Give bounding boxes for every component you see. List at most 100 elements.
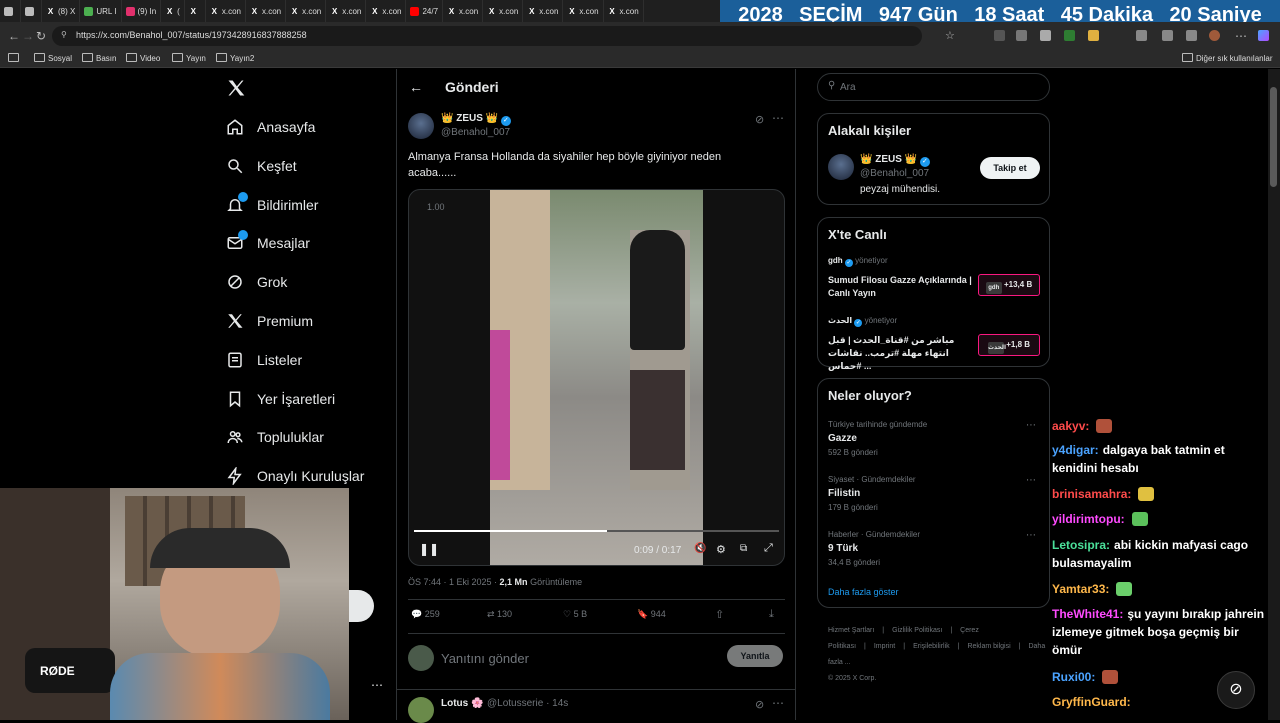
extension-icon[interactable] (994, 30, 1005, 41)
scrollbar[interactable] (1268, 69, 1280, 720)
favorites-icon[interactable] (1162, 30, 1173, 41)
site-info-icon[interactable]: ⚲ (61, 30, 69, 40)
footer-link[interactable]: Reklam bilgisi (967, 643, 1010, 650)
sidebar-item-x[interactable]: Premium (226, 306, 313, 336)
reply-input[interactable]: Yanıtını gönder (441, 651, 529, 666)
footer-link[interactable]: Imprint (874, 643, 895, 650)
browser-tab[interactable]: Xx.con (366, 0, 407, 22)
mute-icon[interactable]: 🔇 (694, 543, 706, 554)
bookmark-folder[interactable]: Video (126, 53, 160, 63)
account-more-icon[interactable]: ⋯ (371, 678, 383, 692)
sidebar-item-home[interactable]: Anasayfa (226, 112, 315, 142)
video-player[interactable]: 1.00 ❚❚ 0:09 / 0:17 🔇 ⚙ ⧉ ⤢ (408, 189, 785, 566)
follow-button[interactable]: Takip et (980, 157, 1040, 179)
browser-tab[interactable]: (9) In (122, 0, 162, 22)
bookmark-folder[interactable]: Yayın (172, 53, 206, 63)
live-listeners[interactable]: gdh +13,4 B (978, 274, 1040, 296)
search-input[interactable]: ⚲ Ara (817, 73, 1050, 101)
author-name[interactable]: 👑 ZEUS 👑 ✓ (441, 113, 511, 126)
other-bookmarks[interactable]: Diğer sık kullanılanlar (1182, 53, 1272, 63)
scrollbar-thumb[interactable] (1270, 87, 1277, 187)
browser-tab[interactable] (0, 0, 21, 22)
browser-tab[interactable]: URL I (80, 0, 122, 22)
more-options-icon[interactable]: ⋯ (772, 111, 784, 125)
extension-icon[interactable] (1136, 30, 1147, 41)
live-listeners[interactable]: الحدث +1,8 B (978, 334, 1040, 356)
back-icon[interactable]: ← (8, 29, 20, 43)
bookmark-folder[interactable]: Basın (82, 53, 116, 63)
chat-username[interactable]: Letosipra: (1052, 538, 1110, 552)
chat-username[interactable]: brinisamahra: (1052, 487, 1131, 501)
reply-handle[interactable]: @Lotusserie · 14s (487, 698, 568, 709)
author-handle[interactable]: @Benahol_007 (441, 127, 510, 138)
sidebar-item-people[interactable]: Topluluklar (226, 422, 324, 452)
chat-username[interactable]: Ruxi00: (1052, 670, 1095, 684)
browser-tab[interactable]: Xx.con (246, 0, 287, 22)
extension-icon[interactable] (1016, 30, 1027, 41)
grok-explain-icon[interactable]: ⊘ (755, 113, 764, 126)
browser-tab[interactable]: Xx.con (206, 0, 246, 22)
grok-chat-icon[interactable]: ⊘ (1217, 671, 1255, 709)
browser-tab[interactable]: Xx.con (443, 0, 484, 22)
sidebar-item-search[interactable]: Keşfet (226, 151, 297, 181)
video-progress-track[interactable] (414, 530, 779, 532)
like-button[interactable]: ♡ 5 B (563, 609, 587, 620)
browser-tab[interactable]: X (8) X (42, 0, 81, 22)
browser-tab[interactable]: Xx.con (326, 0, 367, 22)
chat-username[interactable]: y4digar: (1052, 443, 1099, 457)
reply-author[interactable]: Lotus 🌸 (441, 698, 483, 709)
bookmark-button[interactable]: 🔖 944 (637, 609, 666, 620)
more-options-icon[interactable]: ⋯ (1026, 420, 1036, 431)
browser-tab[interactable]: Xx.con (563, 0, 604, 22)
footer-link[interactable]: Hizmet Şartları (828, 627, 874, 634)
settings-gear-icon[interactable]: ⚙ (716, 543, 726, 556)
show-more-link[interactable]: Daha fazla göster (828, 587, 899, 597)
browser-tab[interactable]: Xx.con (286, 0, 327, 22)
url-input[interactable]: ⚲ https://x.com/Benahol_007/status/19734… (52, 26, 922, 46)
profile-avatar[interactable] (1209, 30, 1220, 41)
chat-username[interactable]: Yamtar33: (1052, 582, 1109, 596)
star-icon[interactable]: ☆ (945, 29, 955, 42)
grok-explain-icon[interactable]: ⊘ (755, 698, 764, 711)
bookmark-apps-icon[interactable] (8, 53, 18, 63)
fullscreen-icon[interactable]: ⤢ (764, 542, 773, 555)
chat-username[interactable]: yildirimtopu: (1052, 512, 1125, 526)
extension-icon[interactable] (1040, 30, 1051, 41)
sidebar-item-bell[interactable]: Bildirimler (226, 190, 318, 220)
reply-button[interactable]: 💬 259 (411, 609, 440, 620)
reply-avatar[interactable] (408, 697, 434, 723)
forward-icon[interactable]: → (22, 29, 34, 43)
browser-tab[interactable]: Xx.con (523, 0, 564, 22)
browser-tab[interactable]: Xx.con (483, 0, 524, 22)
footer-link[interactable]: Erişilebilirlik (913, 643, 950, 650)
more-options-icon[interactable]: ⋯ (1026, 530, 1036, 541)
related-handle[interactable]: @Benahol_007 (860, 168, 929, 179)
avatar[interactable] (408, 113, 434, 139)
pause-icon[interactable]: ❚❚ (419, 542, 439, 556)
back-arrow-icon[interactable]: ← (409, 79, 423, 95)
x-logo-icon[interactable] (226, 78, 246, 98)
repost-button[interactable]: ⇄ 130 (487, 609, 512, 620)
extension-icon[interactable] (1088, 30, 1099, 41)
related-name[interactable]: 👑 ZEUS 👑 ✓ (860, 154, 930, 167)
more-options-icon[interactable]: ⋯ (1026, 475, 1036, 486)
footer-link[interactable]: Gizlilik Politikası (892, 627, 942, 634)
chat-username[interactable]: GryffinGuard: (1052, 695, 1131, 709)
sidebar-item-mail[interactable]: Mesajlar (226, 228, 310, 258)
sidebar-item-grok[interactable]: Grok (226, 267, 287, 297)
sidebar-item-list[interactable]: Listeler (226, 345, 302, 375)
copilot-icon[interactable] (1258, 30, 1269, 41)
share-icon[interactable]: ⇧ (715, 608, 724, 621)
chat-username[interactable]: aakyv: (1052, 419, 1089, 433)
download-icon[interactable]: ⤓ (769, 608, 774, 621)
browser-tab[interactable]: Xx.con (604, 0, 644, 22)
browser-tab[interactable]: X( (161, 0, 185, 22)
sidebar-item-lightning[interactable]: Onaylı Kuruluşlar (226, 461, 364, 491)
bookmark-folder[interactable]: Sosyal (34, 53, 72, 63)
sidebar-item-bookmark[interactable]: Yer İşaretleri (226, 384, 335, 414)
pip-icon[interactable]: ⧉ (740, 543, 747, 554)
bookmark-folder[interactable]: Yayın2 (216, 53, 254, 63)
shield-icon[interactable] (1186, 30, 1197, 41)
browser-tab[interactable]: X (185, 0, 206, 22)
more-options-icon[interactable]: ⋯ (772, 696, 784, 710)
